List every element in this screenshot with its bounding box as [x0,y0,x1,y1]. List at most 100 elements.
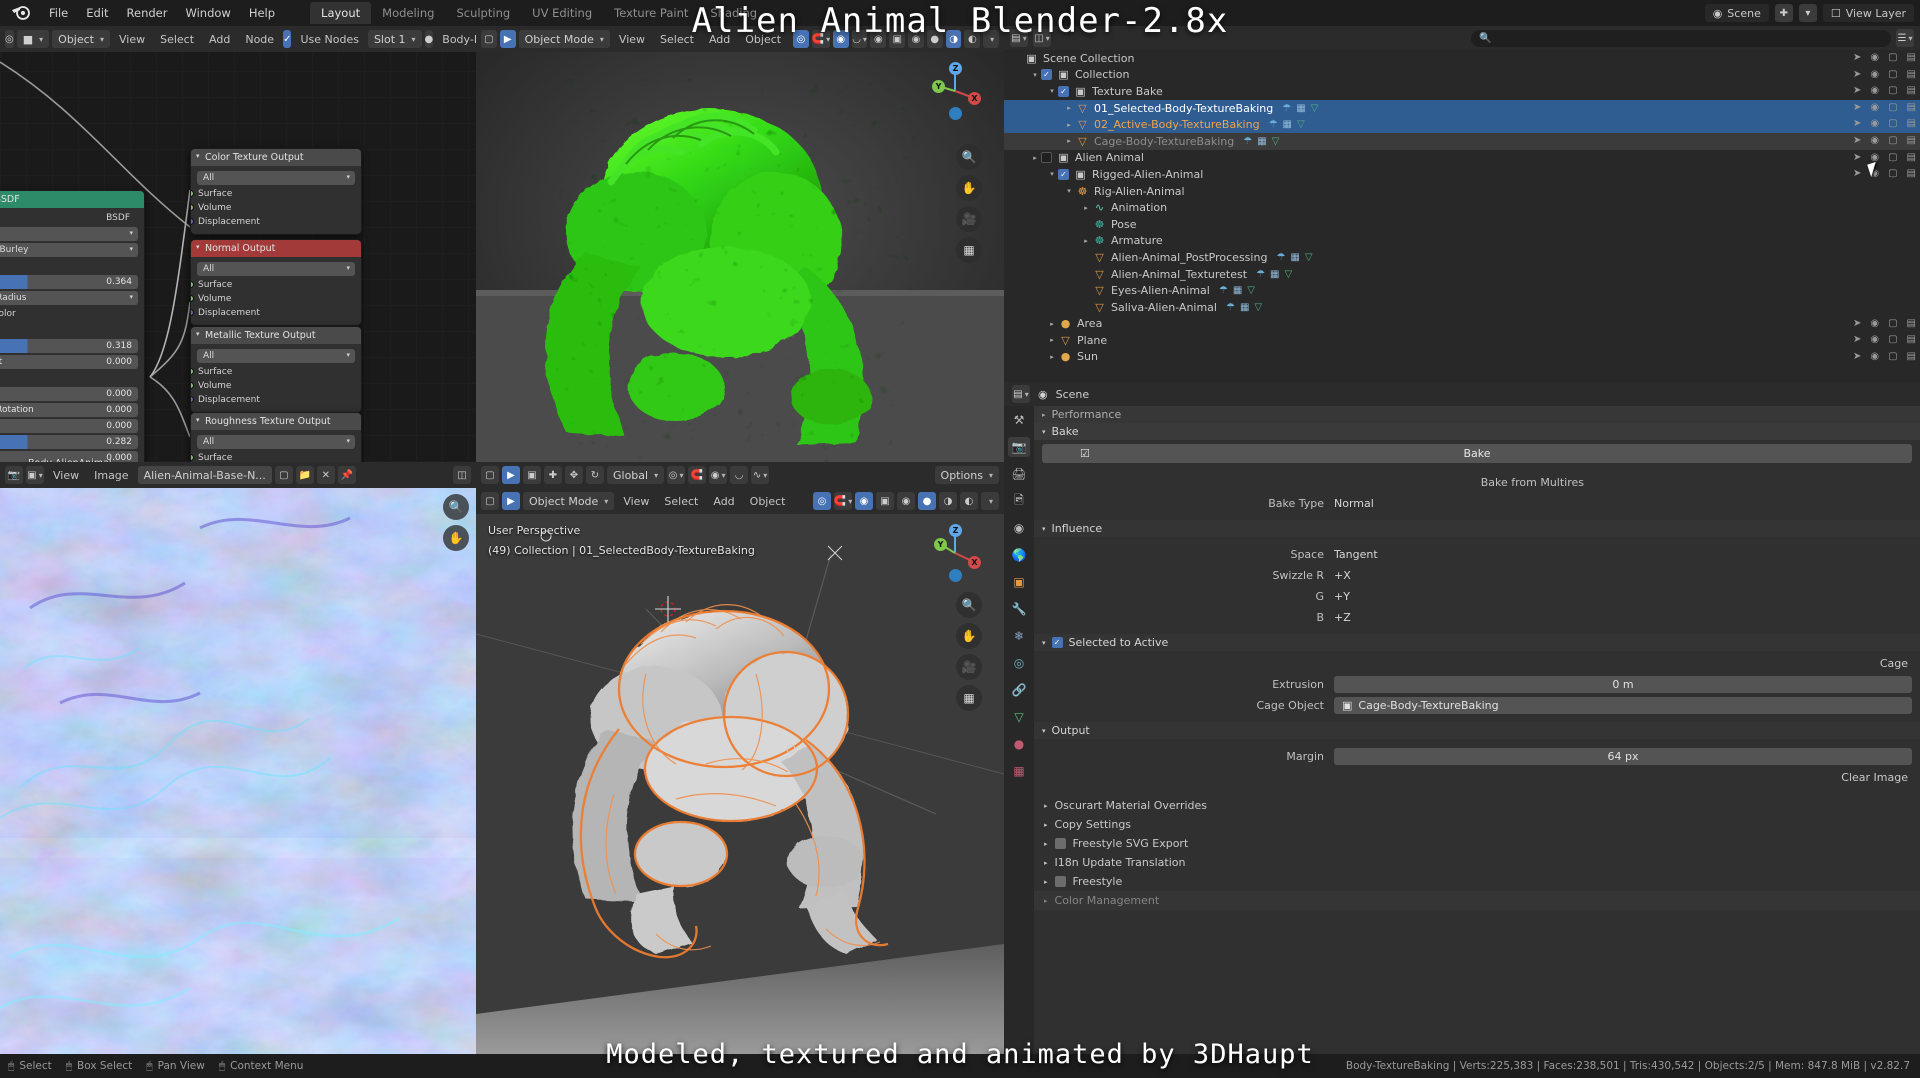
tab-object[interactable]: ▣ [1008,572,1030,592]
swizzle-r-value[interactable]: +X [1334,569,1912,582]
swizzle-b-value[interactable]: +Z [1334,611,1912,624]
surface-socket[interactable] [191,368,194,375]
addon-panel-row[interactable]: ▸ Copy Settings [1034,815,1920,834]
filter-arrow-icon[interactable]: ➤ [1853,152,1861,163]
options-button[interactable]: Options [934,466,999,484]
eye-icon[interactable]: ◉ [1870,102,1879,113]
chevron-right-icon[interactable]: ▸ [1029,154,1041,162]
outliner-row[interactable]: ☸ Pose [1004,216,1920,233]
proportional-edit-icon[interactable]: ◡ [730,466,749,484]
outliner-row[interactable]: ▽ Eyes-Alien-Animal ☂ ▦ ▽ [1004,282,1920,299]
filter-arrow-icon[interactable]: ➤ [1853,318,1861,329]
screen-icon[interactable]: ▢ [1888,318,1897,329]
outliner-row[interactable]: ▣ Scene Collection ➤ ◉ ▢ ▤ [1004,50,1920,67]
modifier-icon[interactable]: ☂ [1256,269,1265,280]
vpb-shading-wire-icon[interactable]: ◉ [897,492,915,510]
outliner-row-toggles[interactable]: ➤ ◉ ▢ ▤ [1853,69,1916,80]
gizmo-axis-y[interactable]: Y [932,80,945,93]
eye-icon[interactable]: ◉ [1870,118,1879,129]
viewport-top-nav-buttons[interactable]: 🔍 ✋ 🎥 ▦ [956,144,982,263]
color-output-displacement[interactable]: Displacement [191,215,361,229]
chevron-down-icon[interactable]: ▾ [1046,170,1058,178]
row-extrusion[interactable]: Extrusion 0 m [1034,675,1912,693]
outliner-row-toggles[interactable]: ➤ ◉ ▢ ▤ [1853,168,1916,179]
metallic-output-target-select[interactable]: All [197,349,355,363]
view-axis-gizmo[interactable]: Z X Y [924,60,986,122]
pin-icon[interactable]: 📌 [337,466,356,484]
zoom-icon[interactable]: 🔍 [956,592,982,618]
camera-icon[interactable]: 🎥 [956,654,982,680]
outliner-row-datablocks[interactable]: ☂ ▦ ▽ [1256,269,1292,280]
transform-orientation-select[interactable]: Global [607,466,665,484]
vpb-xray-icon[interactable]: ▣ [876,492,894,510]
outliner-row[interactable]: ▸ ▽ 02_Active-Body-TextureBaking ☂ ▦ ▽ ➤ ◉ ▢ ▤ [1004,116,1920,133]
tab-constraints[interactable]: 🔗 [1008,680,1030,700]
outliner-row[interactable]: ▸ ∿ Animation [1004,199,1920,216]
tab-scene[interactable]: ◉ [1008,518,1030,538]
filter-arrow-icon[interactable]: ➤ [1853,69,1861,80]
normal-output-volume[interactable]: Volume [191,292,361,306]
metallic-output-volume[interactable]: Volume [191,379,361,393]
gizmo-axis-y[interactable]: Y [934,538,947,551]
panel-influence[interactable]: ▾ Influence [1034,520,1920,537]
panel-selected-to-active[interactable]: ▾ ✓ Selected to Active [1034,634,1920,651]
row-swizzle-g[interactable]: G +Y [1034,587,1912,605]
pan-icon[interactable]: ✋ [956,623,982,649]
color-output-volume[interactable]: Volume [191,201,361,215]
chevron-right-icon[interactable]: ▸ [1080,237,1092,245]
ortho-icon[interactable]: ▦ [956,237,982,263]
color-output-surface[interactable]: Surface [191,187,361,201]
material-icon[interactable]: ▽ [1311,103,1319,114]
filter-arrow-icon[interactable]: ➤ [1853,118,1861,129]
chevron-right-icon[interactable]: ▸ [1063,104,1075,112]
chevron-right-icon[interactable]: ▸ [1044,802,1048,810]
addon-panel-row[interactable]: ▸ Freestyle SVG Export [1034,834,1920,853]
row-margin[interactable]: Margin 64 px [1034,747,1912,765]
addon-panel-row[interactable]: ▸ I18n Update Translation [1034,853,1920,872]
screen-icon[interactable]: ▢ [1888,168,1897,179]
eye-icon[interactable]: ◉ [1870,318,1879,329]
distribution-select[interactable]: GGX [0,227,138,241]
vpb-menu-object[interactable]: Object [744,493,792,510]
open-image-icon[interactable]: 📁 [295,466,314,484]
outliner-row[interactable]: ▾ ✓ ▣ Collection ➤ ◉ ▢ ▤ [1004,67,1920,84]
object-mode-icon-2[interactable]: ▶ [502,492,520,510]
filter-arrow-icon[interactable]: ➤ [1853,334,1861,345]
outliner-row-toggles[interactable]: ➤ ◉ ▢ ▤ [1853,318,1916,329]
eye-icon[interactable]: ◉ [1870,135,1879,146]
outliner-row-list[interactable]: ▣ Scene Collection ➤ ◉ ▢ ▤ ▾ ✓ ▣ Collection ➤ ◉ ▢ ▤ ▾ ✓… [1004,50,1920,382]
image-name-field[interactable]: Alien-Animal-Base-N... [137,466,272,484]
modifier-icon[interactable]: ☂ [1282,103,1291,114]
render-camera-icon[interactable]: ▤ [1907,351,1916,362]
outliner-row[interactable]: ▽ Alien-Animal_Texturetest ☂ ▦ ▽ [1004,266,1920,283]
panel-performance[interactable]: ▸ Performance [1034,406,1920,423]
row-anisotropic-rotation[interactable]: Anisotropic Rotation 0.000 [0,403,138,417]
addon-panel-row[interactable]: ▸ Color Management [1034,891,1920,910]
properties-tab-column[interactable]: ⚒ 📷 🖨 🖻 ◉ 🌎 ▣ 🔧 ❄ ◎ 🔗 ▽ ● ▦ [1004,406,1034,1054]
gizmo-axis-z[interactable]: Z [949,62,962,75]
addon-panel-row[interactable]: ▸ Freestyle [1034,872,1920,891]
outliner-row[interactable]: ▽ Alien-Animal_PostProcessing ☂ ▦ ▽ [1004,249,1920,266]
tab-particles[interactable]: ❄ [1008,626,1030,646]
eye-icon[interactable]: ◉ [1870,334,1879,345]
filter-arrow-icon[interactable]: ➤ [1853,168,1861,179]
properties-body[interactable]: ▸ Performance ▾ Bake ☑ Bake Bake from Mu… [1034,406,1920,1054]
filter-arrow-icon[interactable]: ➤ [1853,52,1861,63]
viewport-bottom-canvas[interactable]: User Perspective (49) Collection | 01_Se… [476,514,1004,1054]
material-icon[interactable]: ▽ [1297,119,1305,130]
outliner-row[interactable]: ▸ ● Area ➤ ◉ ▢ ▤ [1004,316,1920,333]
render-camera-icon[interactable]: ▤ [1907,102,1916,113]
outliner-row[interactable]: ▸ ☸ Armature [1004,233,1920,250]
gizmo-axis-neg-z[interactable] [949,107,962,120]
displacement-socket[interactable] [191,218,194,225]
screen-icon[interactable]: ▢ [1888,69,1897,80]
tab-texture[interactable]: ▦ [1008,761,1030,781]
cursor-tool-icon[interactable]: ✚ [544,466,562,484]
vpb-shading-solid-icon[interactable]: ● [918,492,936,510]
row-subsurface[interactable]: Subsurface 0.364 [0,275,138,289]
chevron-right-icon[interactable]: ▸ [1044,897,1048,905]
collection-checkbox[interactable]: ✓ [1058,85,1069,97]
outliner-row[interactable]: ▸ ▽ Cage-Body-TextureBaking ☂ ▦ ▽ ➤ ◉ ▢ ▤ [1004,132,1920,150]
zoom-icon[interactable]: 🔍 [443,494,469,520]
chevron-right-icon[interactable]: ▸ [1044,821,1048,829]
